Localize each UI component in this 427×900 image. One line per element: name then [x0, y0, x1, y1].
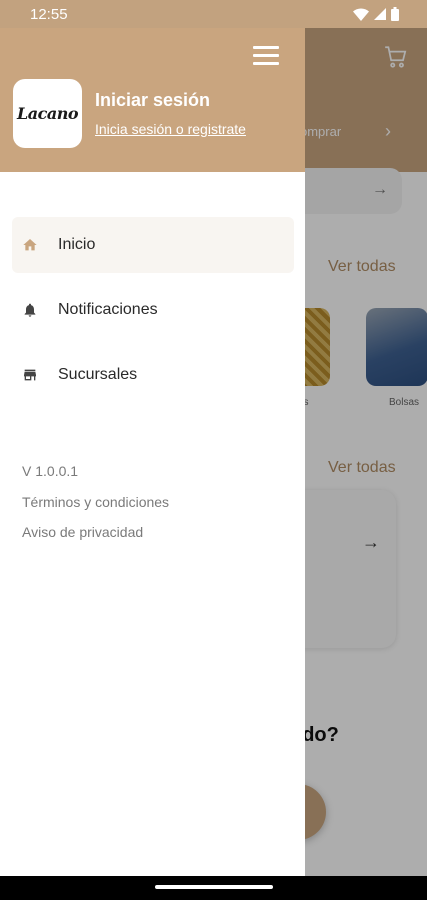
status-time: 12:55 — [30, 5, 68, 23]
drawer-footer: V 1.0.0.1 Términos y condiciones Aviso d… — [22, 463, 169, 554]
status-icons — [353, 7, 399, 21]
menu-item-sucursales[interactable]: Sucursales — [12, 347, 294, 403]
bell-icon — [22, 302, 38, 318]
system-navigation-bar — [0, 876, 427, 900]
menu-item-label: Inicio — [58, 236, 96, 253]
navigation-drawer: Lacano Iniciar sesión Inicia sesión o re… — [0, 0, 305, 876]
app-version: V 1.0.0.1 — [22, 463, 79, 479]
home-icon — [22, 237, 38, 253]
home-gesture-handle[interactable] — [155, 885, 273, 889]
menu-item-label: Sucursales — [58, 366, 138, 383]
wifi-icon — [353, 7, 369, 21]
login-title: Iniciar sesión — [95, 90, 211, 110]
drawer-menu: Inicio Notificaciones Sucursales — [12, 217, 294, 412]
menu-icon[interactable] — [253, 46, 279, 68]
menu-item-notificaciones[interactable]: Notificaciones — [12, 282, 294, 338]
logo-text: Lacano — [16, 104, 79, 123]
store-icon — [22, 367, 38, 383]
menu-item-label: Notificaciones — [58, 301, 158, 318]
login-register-link[interactable]: Inicia sesión o registrate — [95, 121, 246, 137]
terms-link[interactable]: Términos y condiciones — [22, 494, 169, 510]
battery-icon — [391, 7, 399, 21]
status-bar: 12:55 — [0, 0, 427, 28]
menu-item-inicio[interactable]: Inicio — [12, 217, 294, 273]
brand-logo: Lacano — [13, 79, 82, 148]
privacy-link[interactable]: Aviso de privacidad — [22, 524, 169, 540]
signal-icon — [374, 8, 386, 20]
